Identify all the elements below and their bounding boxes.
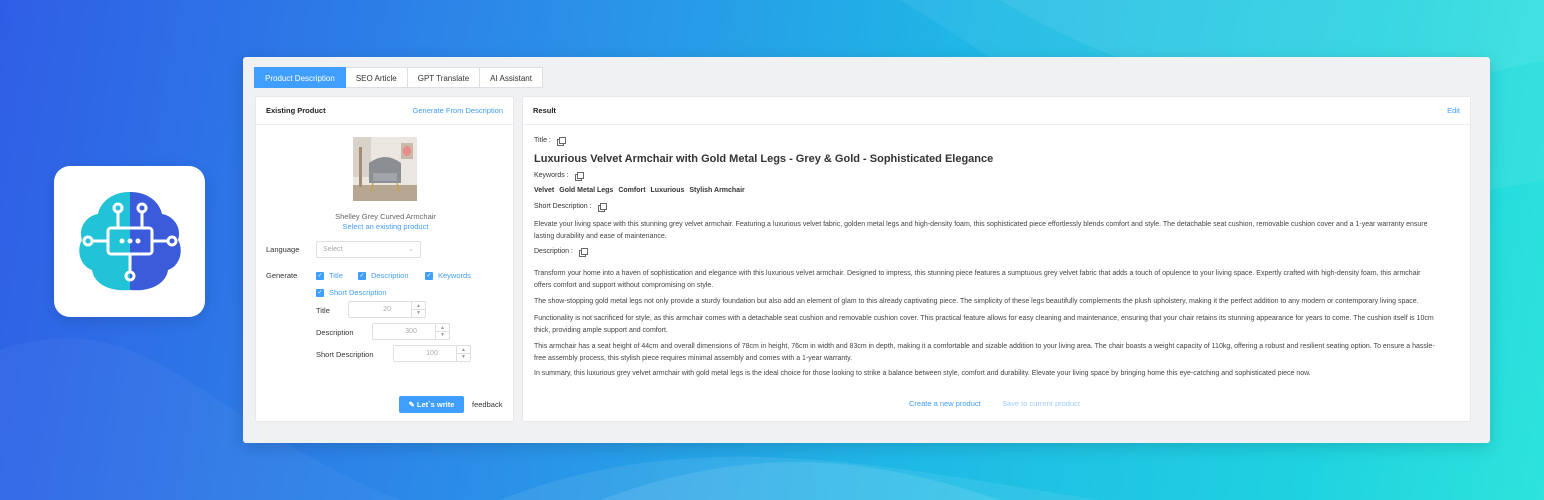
panel-title: Existing Product [266,106,326,115]
title-label-text: Title : [534,137,551,144]
generated-title: Luxurious Velvet Armchair with Gold Meta… [534,153,994,165]
result-header: Result Edit [523,97,1470,125]
checkmark-icon: ✓ [316,271,324,280]
chevron-down-icon: ⌄ [408,246,414,253]
description-checkbox[interactable]: ✓ Description [358,271,409,280]
title-length-value: 20 [383,306,391,313]
keywords-list: Velvet Gold Metal Legs Comfort Luxurious… [534,187,745,194]
tab-bar: Product Description SEO Article GPT Tran… [254,67,543,88]
keywords-label: Keywords : [534,172,584,181]
save-to-current-product-link[interactable]: Save to current product [1002,399,1080,408]
keywords-checkbox[interactable]: ✓ Keywords [425,271,471,280]
checkmark-icon: ✓ [316,288,324,297]
short-length-value: 100 [426,350,438,357]
copy-icon[interactable] [574,172,584,181]
short-description-checkbox[interactable]: ✓ Short Description [316,288,387,297]
result-panel: Result Edit Title : Luxurious Velvet Arm… [522,96,1471,422]
tab-product-description[interactable]: Product Description [254,67,346,88]
description-paragraph: The show-stopping gold metal legs not on… [534,298,1419,305]
description-length-input[interactable]: 300 ▲ ▼ [372,323,450,340]
short-description-label: Short Description : [534,203,607,212]
edit-link[interactable]: Edit [1447,106,1460,115]
checkmark-icon: ✓ [425,271,433,280]
short-length-label: Short Description [316,350,374,359]
keywords-label-text: Keywords : [534,172,569,179]
decrement-icon[interactable]: ▼ [435,331,449,339]
keyword-tag: Gold Metal Legs [559,187,614,194]
description-length-value: 300 [405,328,417,335]
decrement-icon[interactable]: ▼ [456,353,470,361]
create-new-product-link[interactable]: Create a new product [909,399,981,408]
title-length-input[interactable]: 20 ▲ ▼ [348,301,426,318]
tab-ai-assistant[interactable]: AI Assistant [480,67,543,88]
language-placeholder: Select [323,246,343,253]
armchair-image [353,137,417,201]
existing-product-panel: Existing Product Generate From Descripti… [255,96,514,422]
generate-label: Generate [266,271,298,280]
tab-seo-article[interactable]: SEO Article [345,67,408,88]
copy-icon[interactable] [597,203,607,212]
title-checkbox[interactable]: ✓ Title [316,271,343,280]
result-title: Result [533,106,556,115]
panel-header: Existing Product Generate From Descripti… [256,97,513,125]
language-label: Language [266,245,300,254]
app-window: Product Description SEO Article GPT Tran… [243,57,1490,443]
select-existing-product-link[interactable]: Select an existing product [256,222,515,231]
lets-write-label: Let`s write [416,400,455,409]
ai-brain-icon [78,191,181,290]
copy-icon[interactable] [578,248,588,257]
language-select[interactable]: Select ⌄ [316,241,421,258]
description-paragraph: In summary, this luxurious grey velvet a… [534,370,1311,377]
pencil-icon: ✎ [408,400,417,409]
title-length-label: Title [316,306,330,315]
description-paragraph: This armchair has a seat height of 44cm … [534,343,1435,362]
keyword-tag: Luxurious [650,187,685,194]
checkmark-icon: ✓ [358,271,366,280]
description-label: Description : [534,248,588,257]
keyword-tag: Comfort [618,187,646,194]
decrement-icon[interactable]: ▼ [411,309,425,317]
keyword-tag: Velvet [534,187,555,194]
description-paragraph: Functionality is not sacrificed for styl… [534,315,1434,334]
copy-icon[interactable] [556,137,566,146]
description-checkbox-label: Description [371,271,409,280]
keywords-checkbox-label: Keywords [438,271,471,280]
lets-write-button[interactable]: ✎ Let`s write [399,396,464,413]
product-thumbnail[interactable] [353,137,417,201]
app-logo [54,166,205,317]
keyword-tag: Stylish Armchair [689,187,745,194]
description-paragraph: Transform your home into a haven of soph… [534,270,1421,289]
product-name: Shelley Grey Curved Armchair [335,212,436,221]
short-description-text: Elevate your living space with this stun… [534,221,1428,240]
title-checkbox-label: Title [329,271,343,280]
generate-from-description-link[interactable]: Generate From Description [413,106,503,115]
description-label-text: Description : [534,248,573,255]
description-length-label: Description [316,328,354,337]
tab-gpt-translate[interactable]: GPT Translate [407,67,481,88]
title-label: Title : [534,137,566,146]
short-description-checkbox-label: Short Description [329,288,387,297]
feedback-link[interactable]: feedback [472,400,502,409]
short-description-label-text: Short Description : [534,203,592,210]
short-length-input[interactable]: 100 ▲ ▼ [393,345,471,362]
